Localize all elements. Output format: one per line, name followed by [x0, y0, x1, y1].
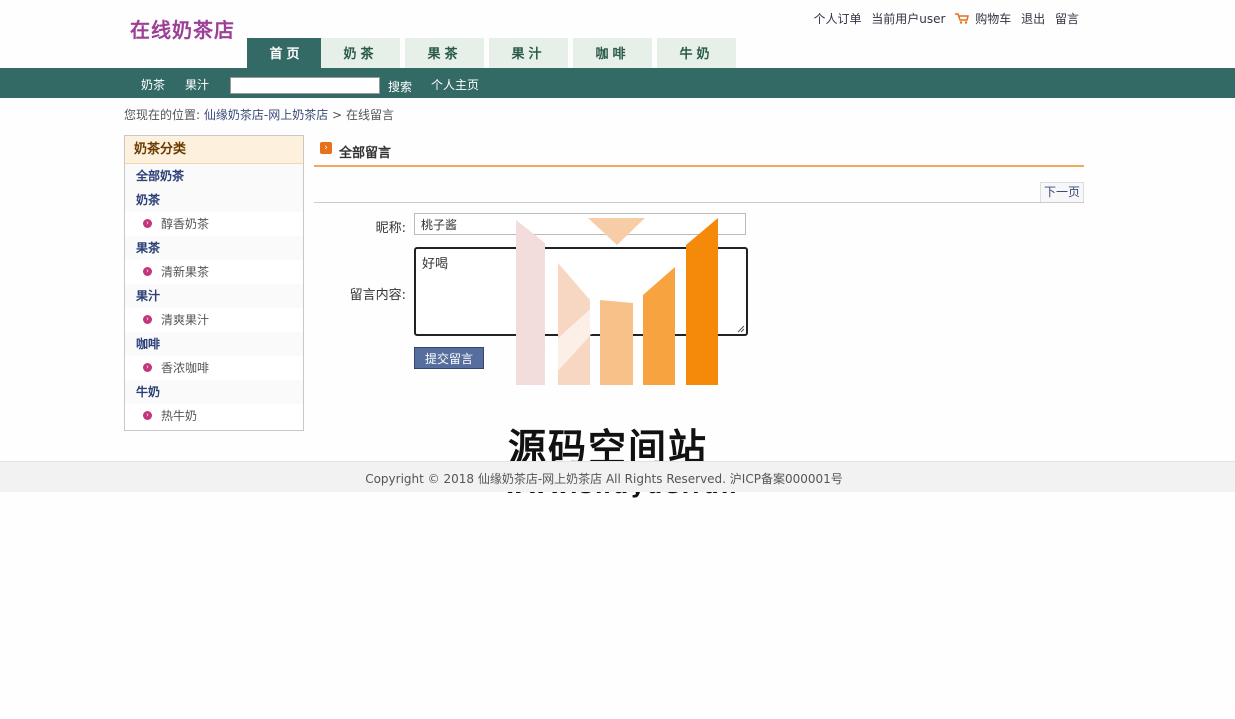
tab-milk[interactable]: 牛奶	[657, 38, 736, 68]
sidebar-item[interactable]: › 清爽果汁	[125, 308, 303, 332]
copyright-text: Copyright © 2018 仙缘奶茶店-网上奶茶店 All Rights …	[365, 472, 843, 486]
sidebar-item-label: 热牛奶	[161, 409, 198, 423]
sidebar-category[interactable]: 奶茶	[125, 188, 303, 212]
arrow-right-icon: ›	[320, 142, 332, 154]
submit-message-button[interactable]: 提交留言	[414, 347, 484, 369]
cart-link[interactable]: 购物车	[955, 12, 1015, 26]
cart-icon	[955, 13, 970, 24]
tab-home[interactable]: 首页	[247, 38, 326, 68]
section-header: › 全部留言	[314, 138, 1084, 167]
message-link[interactable]: 留言	[1055, 12, 1079, 26]
nickname-label: 昵称:	[375, 221, 406, 236]
message-content-text: 好喝	[422, 257, 449, 272]
footer: Copyright © 2018 仙缘奶茶店-网上奶茶店 All Rights …	[0, 461, 1235, 492]
search-input[interactable]	[230, 77, 380, 94]
top-header: 在线奶茶店 个人订单 当前用户user 购物车 退出 留言 首页 奶茶 果茶 果…	[0, 0, 1235, 68]
breadcrumb-prefix: 您现在的位置:	[124, 108, 201, 122]
bullet-icon: ›	[143, 315, 152, 324]
nav-juice[interactable]: 果汁	[185, 76, 209, 93]
sidebar-item-label: 清新果茶	[161, 265, 210, 279]
message-content-textarea[interactable]: 好喝	[414, 247, 748, 336]
tab-fruit-tea[interactable]: 果茶	[405, 38, 484, 68]
breadcrumb-separator: >	[332, 108, 343, 122]
my-orders-link[interactable]: 个人订单	[813, 12, 861, 26]
nav-bar: 奶茶 果汁 搜索 个人主页	[0, 68, 1235, 98]
divider	[314, 202, 1084, 203]
current-user-label: 当前用户user	[871, 12, 946, 26]
site-logo[interactable]: 在线奶茶店	[130, 14, 235, 43]
category-sidebar: 奶茶分类 全部奶茶 奶茶 › 醇香奶茶 果茶 › 清新果茶 果汁 › 清爽果汁 咖啡 …	[124, 135, 304, 431]
bullet-icon: ›	[143, 267, 152, 276]
sidebar-item-label: 香浓咖啡	[161, 361, 210, 375]
resize-grip-icon[interactable]	[737, 325, 745, 333]
nav-milk-tea[interactable]: 奶茶	[141, 76, 165, 93]
breadcrumb-site-link[interactable]: 仙缘奶茶店-网上奶茶店	[204, 108, 328, 122]
content-label: 留言内容:	[349, 288, 406, 303]
user-links: 个人订单 当前用户user 购物车 退出 留言	[807, 10, 1079, 27]
sidebar-all[interactable]: 全部奶茶	[125, 164, 303, 188]
sidebar-item[interactable]: › 香浓咖啡	[125, 356, 303, 380]
sidebar-title: 奶茶分类	[125, 136, 303, 164]
search-button[interactable]: 搜索	[388, 78, 412, 95]
tab-milk-tea[interactable]: 奶茶	[321, 38, 400, 68]
nickname-field[interactable]: 桃子酱	[414, 213, 746, 235]
sidebar-item[interactable]: › 热牛奶	[125, 404, 303, 428]
logout-link[interactable]: 退出	[1021, 12, 1045, 26]
bullet-icon: ›	[143, 411, 152, 420]
sidebar-item-label: 清爽果汁	[161, 313, 210, 327]
sidebar-category[interactable]: 果茶	[125, 236, 303, 260]
sidebar-item[interactable]: › 醇香奶茶	[125, 212, 303, 236]
breadcrumb: 您现在的位置: 仙缘奶茶店-网上奶茶店 > 在线留言	[124, 106, 394, 123]
tab-coffee[interactable]: 咖啡	[573, 38, 652, 68]
breadcrumb-current: 在线留言	[345, 108, 394, 122]
bullet-icon: ›	[143, 363, 152, 372]
tab-juice[interactable]: 果汁	[489, 38, 568, 68]
sidebar-category[interactable]: 果汁	[125, 284, 303, 308]
next-page-button[interactable]: 下一页	[1040, 182, 1084, 202]
sidebar-item-label: 醇香奶茶	[161, 217, 210, 231]
nav-profile[interactable]: 个人主页	[431, 76, 479, 93]
bullet-icon: ›	[143, 219, 152, 228]
sidebar-category[interactable]: 咖啡	[125, 332, 303, 356]
cart-label[interactable]: 购物车	[975, 12, 1011, 26]
sidebar-item[interactable]: › 清新果茶	[125, 260, 303, 284]
sidebar-category[interactable]: 牛奶	[125, 380, 303, 404]
section-title: 全部留言	[339, 146, 392, 161]
